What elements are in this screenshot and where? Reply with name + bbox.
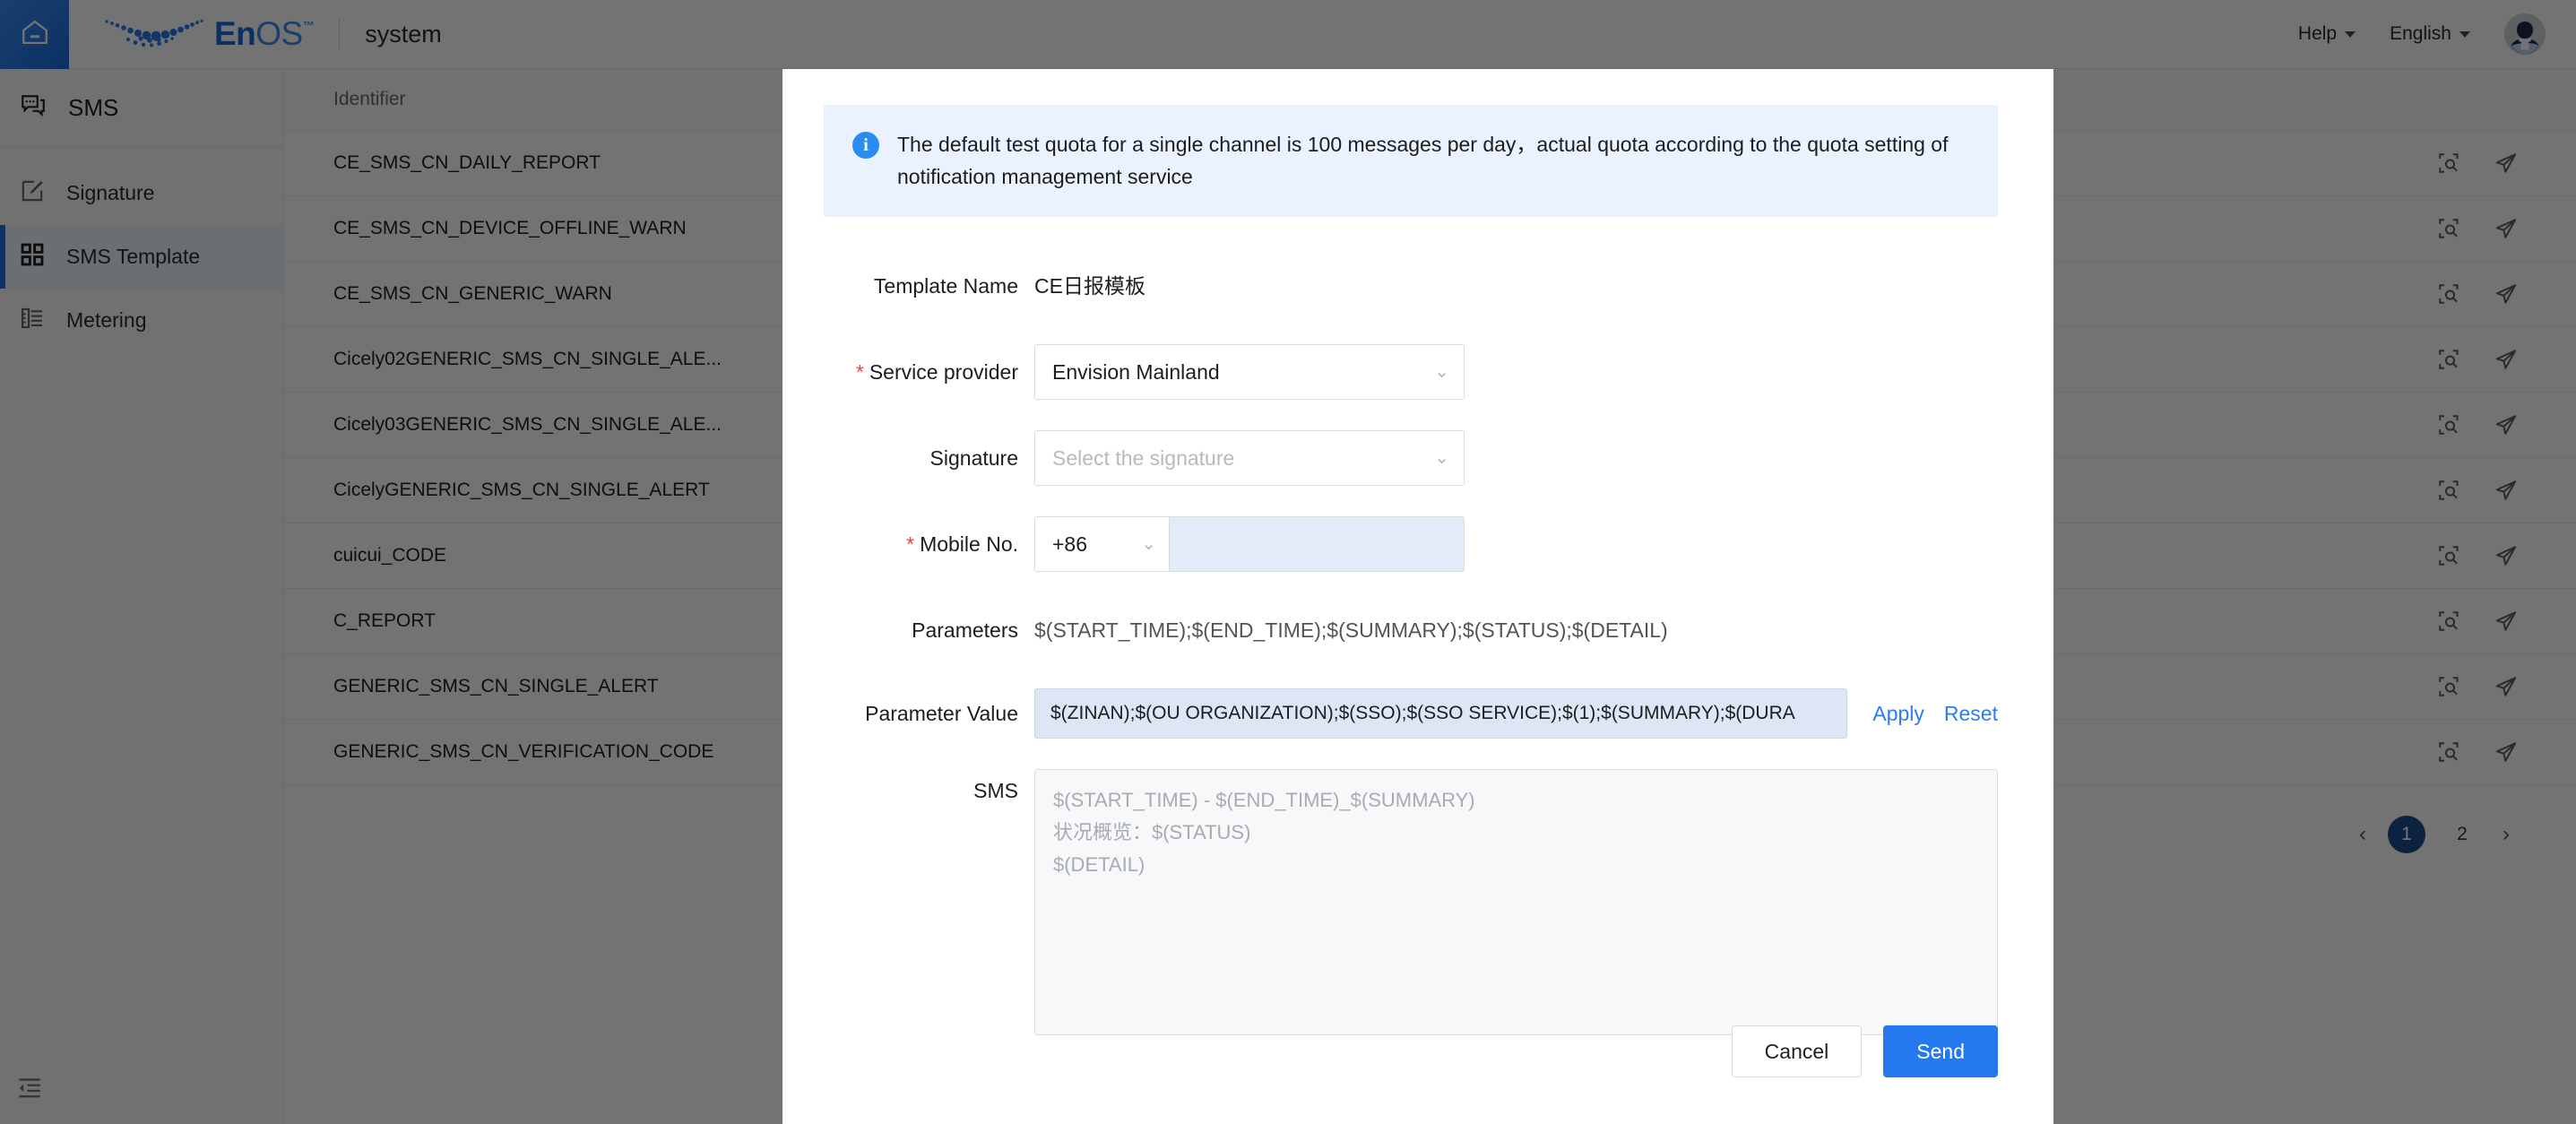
info-circle-icon: i [852,132,879,159]
info-banner: i The default test quota for a single ch… [824,105,1998,218]
send-test-sms-modal: i The default test quota for a single ch… [782,69,2053,1124]
field-sms: SMS [824,769,1998,1036]
sms-textarea[interactable] [1034,769,1998,1036]
apply-link[interactable]: Apply [1872,688,1924,739]
mobile-no-label-text: Mobile No. [920,532,1018,557]
chevron-down-icon: ⌄ [1434,448,1449,469]
modal-footer: Cancel Send [782,1025,2053,1124]
signature-select[interactable]: Select the signature ⌄ [1034,430,1465,487]
service-provider-select[interactable]: Envision Mainland ⌄ [1034,344,1465,401]
field-mobile-no: * Mobile No. +86 ⌄ [824,516,1998,573]
required-asterisk: * [906,532,915,557]
mobile-input-group: +86 ⌄ [1034,516,1465,573]
service-provider-label: * Service provider [824,344,1034,400]
mobile-no-label: * Mobile No. [824,516,1034,572]
field-service-provider: * Service provider Envision Mainland ⌄ [824,344,1998,401]
modal-body: i The default test quota for a single ch… [782,69,2053,1036]
signature-label: Signature [929,446,1018,471]
parameter-value-input[interactable] [1034,688,1848,739]
send-button[interactable]: Send [1883,1025,1998,1077]
field-template-name: Template Name CE日报模板 [824,258,1998,314]
reset-link[interactable]: Reset [1944,688,1998,739]
service-provider-value: Envision Mainland [1052,359,1220,384]
required-asterisk: * [855,360,864,385]
signature-placeholder: Select the signature [1052,445,1235,470]
field-parameter-value: Parameter Value Apply Reset [824,688,1998,739]
info-banner-text: The default test quota for a single chan… [897,133,1949,188]
parameters-label: Parameters [912,618,1018,643]
field-parameters: Parameters $(START_TIME);$(END_TIME);$(S… [824,602,1998,658]
field-signature: Signature Select the signature ⌄ [824,430,1998,487]
mobile-number-input[interactable] [1170,516,1465,573]
country-code-value: +86 [1052,532,1088,556]
chevron-down-icon: ⌄ [1434,362,1449,383]
chevron-down-icon: ⌄ [1141,534,1156,555]
template-name-label: Template Name [873,274,1018,298]
sms-label: SMS [973,779,1018,803]
app-root: EnOS™ system Help English [0,0,2576,1124]
parameters-value: $(START_TIME);$(END_TIME);$(SUMMARY);$(S… [1034,618,1668,643]
service-provider-label-text: Service provider [869,360,1018,385]
country-code-select[interactable]: +86 ⌄ [1034,516,1170,573]
template-name-value: CE日报模板 [1034,274,1145,298]
cancel-button[interactable]: Cancel [1731,1025,1863,1077]
parameter-value-label: Parameter Value [865,702,1018,726]
